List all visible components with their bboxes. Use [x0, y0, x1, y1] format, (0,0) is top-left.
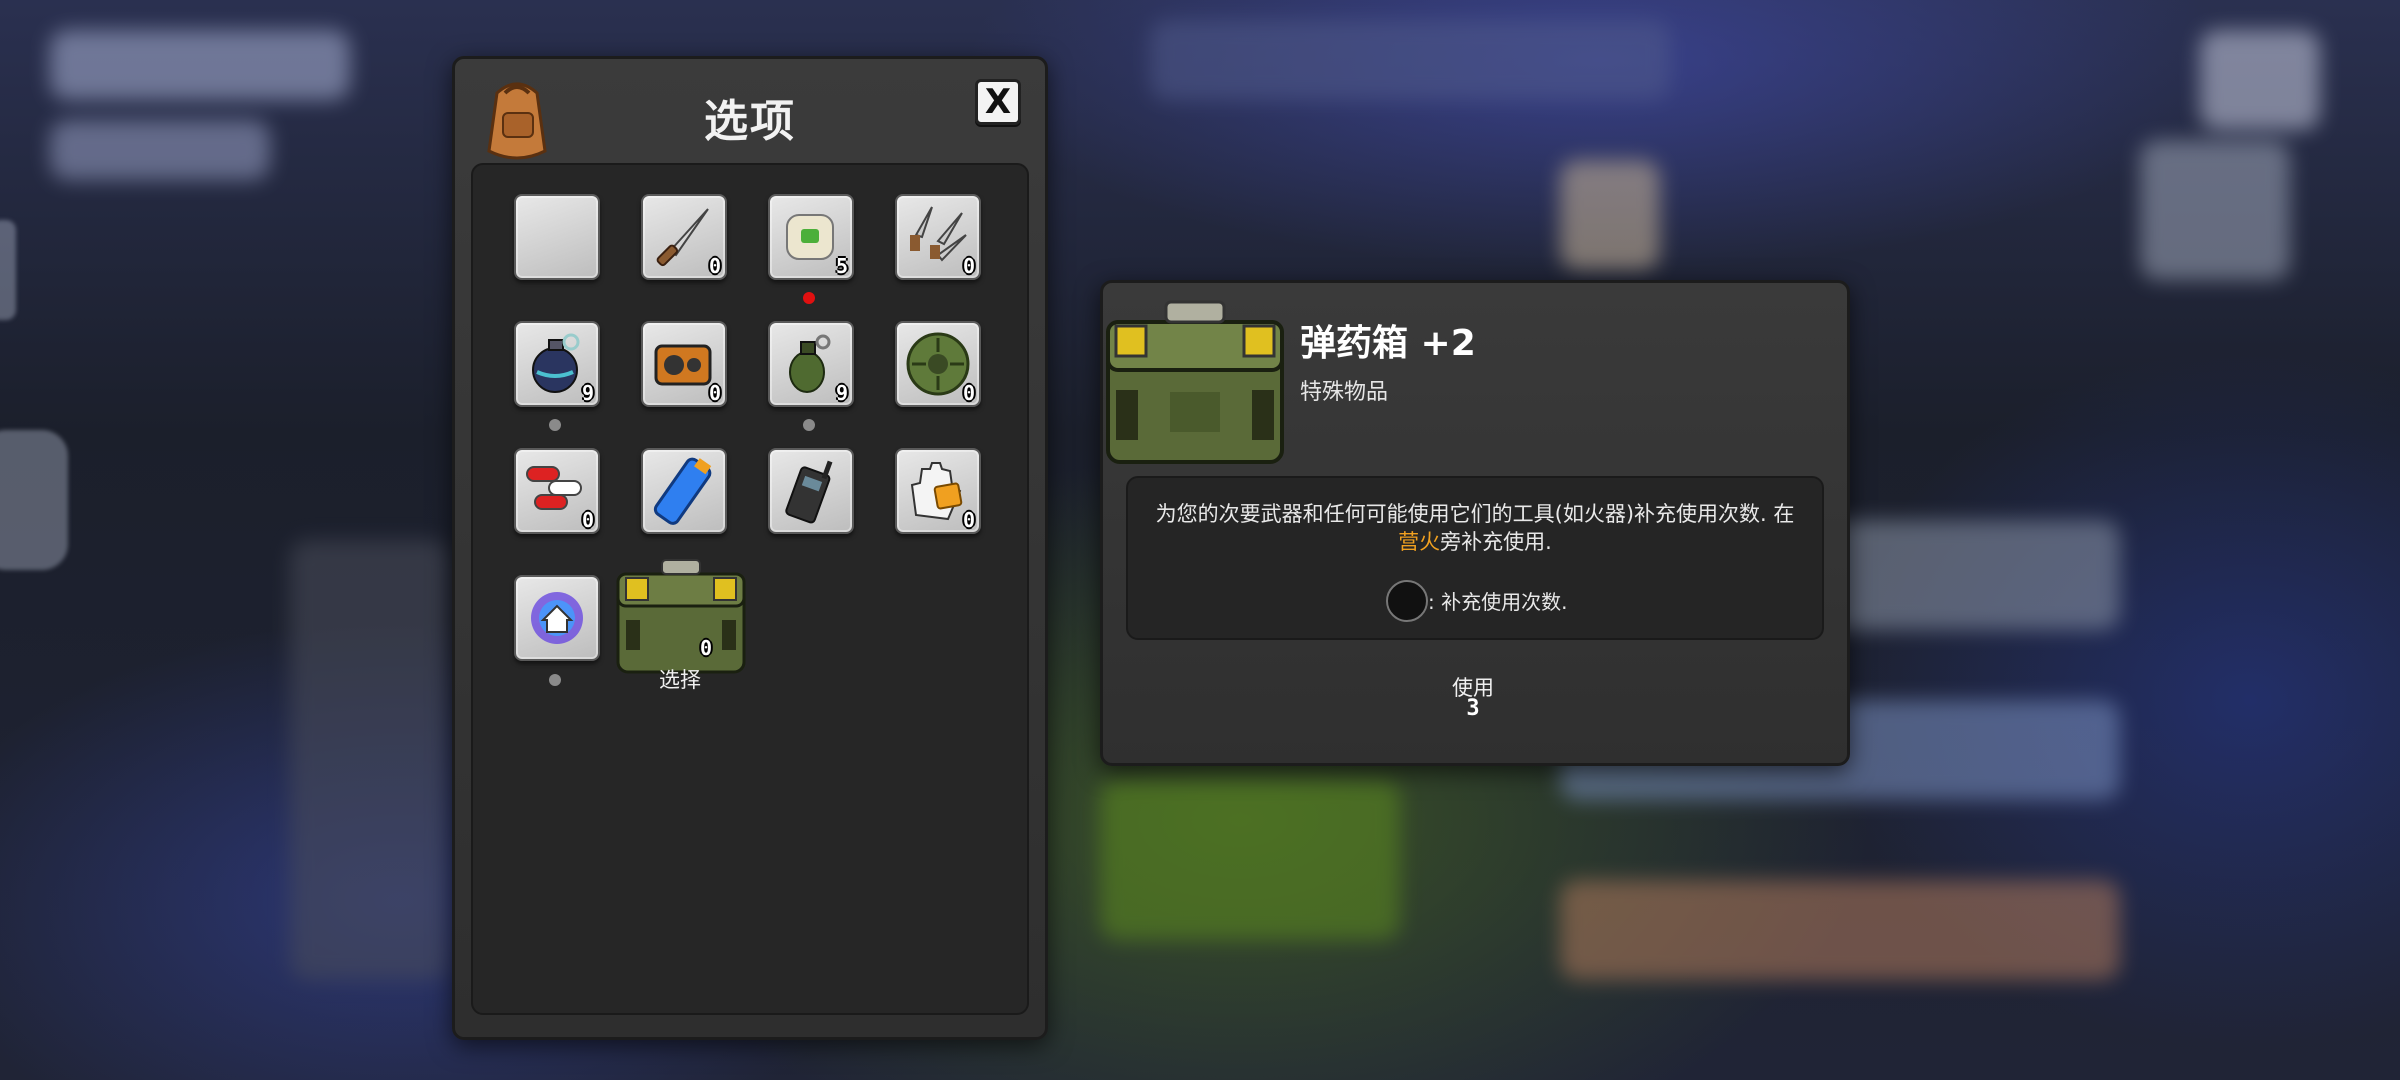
item-description: 为您的次要武器和任何可能使用它们的工具(如火器)补充使用次数. 在 营火旁补充使…: [1150, 500, 1800, 556]
item-count: 5: [835, 254, 848, 278]
ammo-crate-large-icon: [1106, 300, 1284, 464]
inventory-slot-landmine[interactable]: 0: [895, 321, 981, 407]
side-menu-button[interactable]: [0, 430, 68, 570]
inventory-slot-knife[interactable]: 0: [641, 194, 727, 280]
refill-text: : 补充使用次数.: [1428, 590, 1568, 614]
side-tab[interactable]: [0, 220, 16, 320]
inventory-slot-walkie-talkie[interactable]: [768, 448, 854, 534]
close-button[interactable]: X: [975, 79, 1021, 125]
campfire-keyword: 营火: [1398, 530, 1441, 554]
item-count: 0: [962, 508, 975, 532]
slot-indicator-dot: [549, 674, 561, 686]
bg-hud-element: [1560, 160, 1660, 270]
description-text-end: 旁补充使用.: [1440, 530, 1552, 554]
refill-circle-icon: [1386, 580, 1428, 622]
slot-indicator-dot: [549, 419, 561, 431]
bg-hud-element: [2140, 140, 2290, 280]
description-text: 为您的次要武器和任何可能使用它们的工具(如火器)补充使用次数. 在: [1155, 502, 1795, 526]
home-teleport-icon: [531, 592, 583, 644]
inventory-slot-bandage[interactable]: 5: [768, 194, 854, 280]
inventory-slot-empty[interactable]: [514, 194, 600, 280]
item-count: 0: [581, 508, 594, 532]
item-count: 0: [708, 254, 721, 278]
item-count: 0: [708, 381, 721, 405]
new-item-indicator: [803, 292, 815, 304]
item-count: 0: [700, 636, 713, 660]
item-name: 弹药箱 +2: [1300, 323, 1476, 364]
bg-hud-element: [1560, 880, 2120, 980]
bg-hud-element: [1150, 20, 1670, 100]
bg-hud-element: [50, 120, 270, 180]
inventory-slot-glove[interactable]: 0: [895, 448, 981, 534]
item-count: 0: [962, 254, 975, 278]
bg-hud-element: [2200, 30, 2320, 130]
inventory-slot-radio-device[interactable]: 0: [641, 321, 727, 407]
inventory-slot-green-grenade[interactable]: 9: [768, 321, 854, 407]
use-count: 3: [1466, 696, 1480, 721]
ammo-crate-icon[interactable]: [616, 556, 746, 676]
item-type: 特殊物品: [1300, 380, 1389, 405]
slot-indicator-dot: [803, 419, 815, 431]
bg-hud-element: [290, 540, 450, 980]
item-count: 0: [962, 381, 975, 405]
inventory-slot-home-teleport[interactable]: [514, 575, 600, 661]
item-count: 9: [835, 381, 848, 405]
inventory-slot-pills[interactable]: 0: [514, 448, 600, 534]
bg-hud-element: [50, 30, 350, 100]
selected-label: 选择: [659, 668, 701, 692]
inventory-title: 选项: [704, 96, 796, 147]
bg-hud-element: [1100, 780, 1400, 940]
item-count: 9: [581, 381, 594, 405]
blue-canister-icon: [653, 457, 712, 525]
inventory-slot-frag-grenade[interactable]: 9: [514, 321, 600, 407]
inventory-slot-throwing-knives[interactable]: 0: [895, 194, 981, 280]
inventory-slot-blue-canister[interactable]: [641, 448, 727, 534]
walkie-talkie-icon: [785, 460, 833, 524]
